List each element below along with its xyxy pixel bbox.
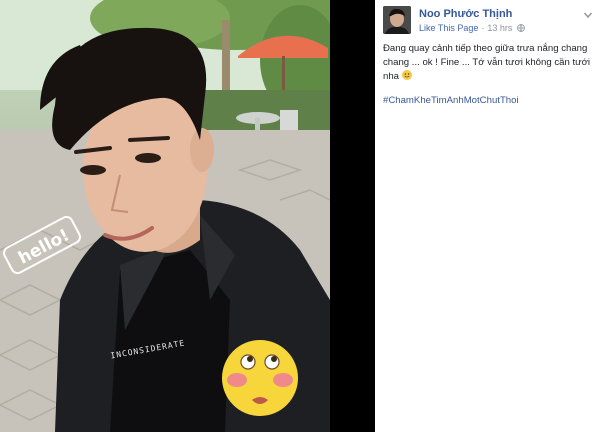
hashtag-link[interactable]: #ChamKheTimAnhMotChutThoi <box>383 94 593 108</box>
meta-separator: · <box>481 23 485 33</box>
photo-viewer[interactable]: hello! INCONSIDERATE <box>0 0 375 432</box>
avatar[interactable] <box>383 6 411 34</box>
post-sidebar: Noo Phước Thịnh Like This Page · 13 hrs Đa… <box>375 0 600 432</box>
post-photo[interactable]: hello! INCONSIDERATE <box>0 0 330 432</box>
post-text: Đang quay cảnh tiếp theo giữa trưa nắng … <box>383 42 593 84</box>
post-text-content: Đang quay cảnh tiếp theo giữa trưa nắng … <box>383 43 590 82</box>
chevron-down-icon[interactable] <box>583 10 593 20</box>
smile-emoji-icon <box>401 70 412 80</box>
like-page-link[interactable]: Like This Page <box>419 23 478 33</box>
globe-icon <box>517 24 525 32</box>
blushing-emoji-sticker <box>222 340 298 416</box>
post-content: Đang quay cảnh tiếp theo giữa trưa nắng … <box>383 42 593 108</box>
author-name[interactable]: Noo Phước Thịnh <box>419 8 512 20</box>
post-header: Noo Phước Thịnh Like This Page · 13 hrs <box>383 6 595 36</box>
photo-illustration <box>0 0 330 432</box>
post-timestamp[interactable]: 13 hrs <box>487 23 512 33</box>
post-meta: Like This Page · 13 hrs <box>419 23 525 33</box>
